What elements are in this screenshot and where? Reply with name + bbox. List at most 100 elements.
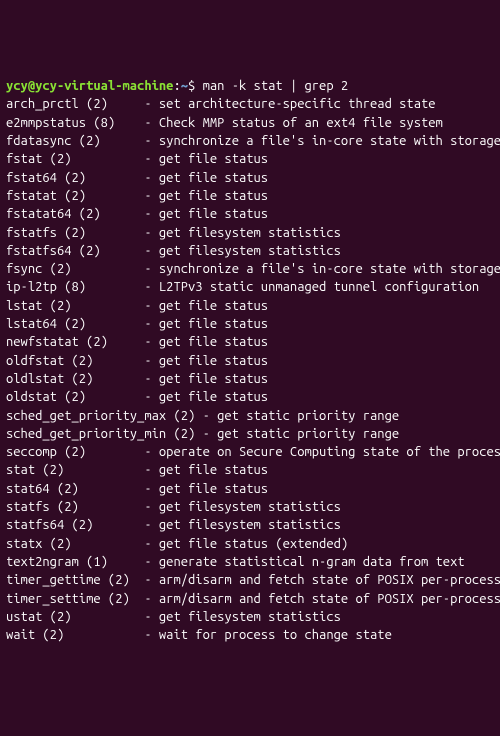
separator: - xyxy=(144,388,159,406)
separator: - xyxy=(144,553,159,571)
man-entry-desc: get file status xyxy=(159,187,268,205)
output-line: text2ngram (1) - generate statistical n-… xyxy=(6,553,494,571)
man-entry-desc: L2TPv3 static unmanaged tunnel configura… xyxy=(159,278,479,296)
man-entry-name: ustat (2) xyxy=(6,608,144,626)
man-entry-desc: arm/disarm and fetch state of POSIX per-… xyxy=(159,590,500,608)
man-entry-name: stat (2) xyxy=(6,461,144,479)
man-entry-name: seccomp (2) xyxy=(6,443,144,461)
man-entry-desc: get file status xyxy=(159,205,268,223)
man-entry-name: fstat (2) xyxy=(6,150,144,168)
man-entry-desc: get file status xyxy=(159,333,268,351)
man-entry-desc: get file status xyxy=(159,169,268,187)
output-line: ip-l2tp (8) - L2TPv3 static unmanaged tu… xyxy=(6,278,494,296)
separator: - xyxy=(144,498,159,516)
output-line: e2mmpstatus (8) - Check MMP status of an… xyxy=(6,114,494,132)
separator: - xyxy=(144,114,159,132)
man-entry-desc: get file status xyxy=(159,370,268,388)
separator: - xyxy=(144,150,159,168)
prompt-path: ~ xyxy=(181,79,188,93)
man-entry-name: stat64 (2) xyxy=(6,480,144,498)
man-entry-name: newfstatat (2) xyxy=(6,333,144,351)
man-entry-desc: wait for process to change state xyxy=(159,626,392,644)
separator: - xyxy=(144,315,159,333)
separator: - xyxy=(144,608,159,626)
man-entry-name: ip-l2tp (8) xyxy=(6,278,144,296)
output-line: fstatfs64 (2) - get filesystem statistic… xyxy=(6,242,494,260)
separator: - xyxy=(144,626,159,644)
separator: - xyxy=(144,571,159,589)
separator: - xyxy=(144,169,159,187)
man-entry-desc: generate statistical n-gram data from te… xyxy=(159,553,465,571)
output-line: wait (2) - wait for process to change st… xyxy=(6,626,494,644)
man-entry-desc: operate on Secure Computing state of the… xyxy=(159,443,500,461)
man-entry-desc: set architecture-specific thread state xyxy=(159,95,436,113)
separator: - xyxy=(144,590,159,608)
separator: - xyxy=(144,297,159,315)
output-line: oldstat (2) - get file status xyxy=(6,388,494,406)
separator: - xyxy=(144,516,159,534)
man-entry-desc: get filesystem statistics xyxy=(159,498,341,516)
separator: - xyxy=(203,407,218,425)
separator: - xyxy=(144,224,159,242)
terminal-output[interactable]: ycy@ycy-virtual-machine:~$ man -k stat |… xyxy=(6,77,494,644)
man-entry-desc: get file status xyxy=(159,461,268,479)
man-entry-desc: get filesystem statistics xyxy=(159,608,341,626)
output-line: arch_prctl (2) - set architecture-specif… xyxy=(6,95,494,113)
man-entry-name: sched_get_priority_max (2) xyxy=(6,407,203,425)
man-entry-name: fsync (2) xyxy=(6,260,144,278)
output-line: fstat64 (2) - get file status xyxy=(6,169,494,187)
man-entry-name: sched_get_priority_min (2) xyxy=(6,425,203,443)
separator: - xyxy=(144,278,159,296)
man-entry-name: statfs (2) xyxy=(6,498,144,516)
output-line: fstatat (2) - get file status xyxy=(6,187,494,205)
man-entry-desc: get file status xyxy=(159,480,268,498)
output-line: oldfstat (2) - get file status xyxy=(6,352,494,370)
man-entry-name: e2mmpstatus (8) xyxy=(6,114,144,132)
output-line: stat64 (2) - get file status xyxy=(6,480,494,498)
separator: - xyxy=(144,480,159,498)
man-entry-name: oldfstat (2) xyxy=(6,352,144,370)
separator: - xyxy=(144,95,159,113)
man-entry-desc: get filesystem statistics xyxy=(159,224,341,242)
output-line: sched_get_priority_max (2) - get static … xyxy=(6,407,494,425)
man-entry-name: fstatfs64 (2) xyxy=(6,242,144,260)
separator: - xyxy=(203,425,218,443)
prompt-colon: : xyxy=(173,79,180,93)
prompt-dollar: $ xyxy=(188,79,203,93)
man-entry-name: fdatasync (2) xyxy=(6,132,144,150)
prompt-user: ycy@ycy-virtual-machine xyxy=(6,79,173,93)
man-entry-desc: synchronize a file's in-core state with … xyxy=(159,132,500,150)
man-entry-name: statfs64 (2) xyxy=(6,516,144,534)
man-entry-name: oldlstat (2) xyxy=(6,370,144,388)
man-entry-desc: get file status xyxy=(159,150,268,168)
man-entry-desc: get static priority range xyxy=(217,425,399,443)
separator: - xyxy=(144,352,159,370)
command-text: man -k stat | grep 2 xyxy=(203,79,349,93)
man-entry-desc: get filesystem statistics xyxy=(159,242,341,260)
man-entry-name: timer_settime (2) xyxy=(6,590,144,608)
man-entry-desc: get file status (extended) xyxy=(159,535,348,553)
output-line: fstatat64 (2) - get file status xyxy=(6,205,494,223)
man-entry-desc: Check MMP status of an ext4 file system xyxy=(159,114,443,132)
output-line: fsync (2) - synchronize a file's in-core… xyxy=(6,260,494,278)
output-line: fstat (2) - get file status xyxy=(6,150,494,168)
output-line: sched_get_priority_min (2) - get static … xyxy=(6,425,494,443)
output-line: fdatasync (2) - synchronize a file's in-… xyxy=(6,132,494,150)
man-entry-desc: synchronize a file's in-core state with … xyxy=(159,260,500,278)
separator: - xyxy=(144,333,159,351)
man-entry-name: text2ngram (1) xyxy=(6,553,144,571)
output-line: statfs (2) - get filesystem statistics xyxy=(6,498,494,516)
man-entry-name: statx (2) xyxy=(6,535,144,553)
man-entry-name: lstat64 (2) xyxy=(6,315,144,333)
separator: - xyxy=(144,242,159,260)
man-entry-name: timer_gettime (2) xyxy=(6,571,144,589)
man-entry-name: fstat64 (2) xyxy=(6,169,144,187)
output-line: timer_settime (2) - arm/disarm and fetch… xyxy=(6,590,494,608)
man-entry-name: fstatat (2) xyxy=(6,187,144,205)
output-line: fstatfs (2) - get filesystem statistics xyxy=(6,224,494,242)
separator: - xyxy=(144,205,159,223)
output-line: oldlstat (2) - get file status xyxy=(6,370,494,388)
man-entry-desc: get file status xyxy=(159,352,268,370)
output-line: lstat (2) - get file status xyxy=(6,297,494,315)
output-line: statx (2) - get file status (extended) xyxy=(6,535,494,553)
